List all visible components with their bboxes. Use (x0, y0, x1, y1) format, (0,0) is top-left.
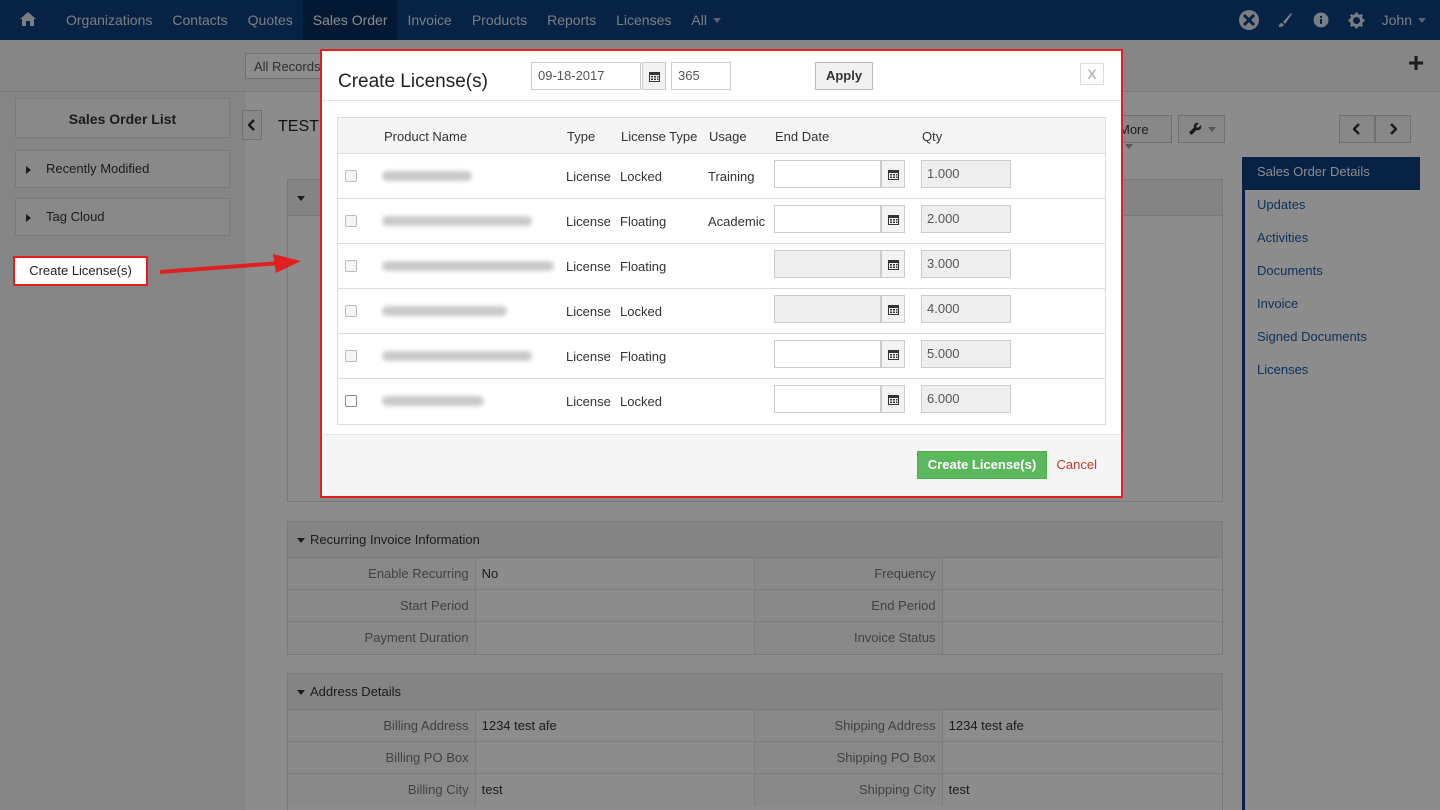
redacted-product-name (382, 216, 532, 226)
table-row: License Locked Training 1.000 (338, 154, 1105, 199)
quantity-input[interactable]: 6.000 (921, 385, 1011, 413)
quantity-input[interactable]: 5.000 (921, 340, 1011, 368)
modal-header: Create License(s) 09-18-2017 365 Apply X (322, 51, 1121, 101)
usage-cell: Academic (708, 214, 766, 229)
quantity-input[interactable]: 2.000 (921, 205, 1011, 233)
days-input[interactable]: 365 (671, 62, 731, 90)
quantity-input[interactable]: 4.000 (921, 295, 1011, 323)
table-row: License Floating 5.000 (338, 334, 1105, 379)
license-type-cell: Floating (620, 349, 667, 364)
column-header: Type (567, 129, 596, 144)
end-date-input[interactable] (774, 340, 881, 368)
column-header: End Date (775, 129, 830, 144)
column-header: Product Name (384, 129, 468, 144)
license-type-cell: Locked (620, 394, 662, 409)
calendar-icon (887, 394, 899, 405)
start-date-input[interactable]: 09-18-2017 (531, 62, 641, 90)
end-date-input[interactable] (774, 385, 881, 413)
column-header: License Type (621, 129, 698, 144)
license-type-cell: Locked (620, 304, 662, 319)
start-date-calendar-button[interactable] (642, 62, 666, 90)
type-cell: License (566, 259, 611, 274)
calendar-icon (887, 349, 899, 360)
type-cell: License (566, 349, 611, 364)
end-date-calendar-button[interactable] (881, 340, 905, 368)
quantity-input[interactable]: 3.000 (921, 250, 1011, 278)
modal-title: Create License(s) (338, 71, 488, 92)
calendar-icon (887, 214, 899, 225)
redacted-product-name (382, 261, 554, 271)
license-type-cell: Floating (620, 214, 667, 229)
calendar-icon (887, 169, 899, 180)
end-date-calendar-button[interactable] (881, 250, 905, 278)
create-license-modal: Create License(s) 09-18-2017 365 Apply X… (320, 49, 1123, 498)
end-date-input[interactable] (774, 205, 881, 233)
calendar-icon (648, 71, 660, 82)
license-table: Product Name Type License Type Usage End… (337, 117, 1106, 425)
redacted-product-name (382, 396, 484, 406)
modal-footer: Create License(s) Cancel (322, 434, 1121, 496)
row-checkbox[interactable] (345, 350, 357, 362)
table-row: License Locked 6.000 (338, 379, 1105, 424)
column-header: Usage (709, 129, 747, 144)
redacted-product-name (382, 351, 532, 361)
end-date-input[interactable] (774, 250, 881, 278)
create-licenses-button[interactable]: Create License(s) (917, 451, 1047, 479)
end-date-calendar-button[interactable] (881, 160, 905, 188)
row-checkbox[interactable] (345, 305, 357, 317)
redacted-product-name (382, 171, 472, 181)
calendar-icon (887, 259, 899, 270)
column-header: Qty (922, 129, 943, 144)
table-header: Product Name Type License Type Usage End… (338, 118, 1105, 154)
end-date-calendar-button[interactable] (881, 295, 905, 323)
cancel-link[interactable]: Cancel (1057, 457, 1097, 472)
table-row: License Floating Academic 2.000 (338, 199, 1105, 244)
close-icon: X (1087, 66, 1097, 82)
apply-button[interactable]: Apply (815, 62, 873, 90)
end-date-input[interactable] (774, 160, 881, 188)
type-cell: License (566, 214, 611, 229)
row-checkbox[interactable] (345, 170, 357, 182)
quantity-input[interactable]: 1.000 (921, 160, 1011, 188)
usage-cell: Training (708, 169, 755, 184)
end-date-calendar-button[interactable] (881, 205, 905, 233)
redacted-product-name (382, 306, 507, 316)
end-date-calendar-button[interactable] (881, 385, 905, 413)
close-button[interactable]: X (1080, 63, 1104, 85)
end-date-input[interactable] (774, 295, 881, 323)
create-license-annotation: Create License(s) (13, 256, 148, 286)
type-cell: License (566, 169, 611, 184)
table-row: License Locked 4.000 (338, 289, 1105, 334)
row-checkbox[interactable] (345, 260, 357, 272)
annotation-arrow-icon (159, 254, 301, 274)
row-checkbox[interactable] (345, 395, 357, 407)
type-cell: License (566, 394, 611, 409)
type-cell: License (566, 304, 611, 319)
table-row: License Floating 3.000 (338, 244, 1105, 289)
row-checkbox[interactable] (345, 215, 357, 227)
calendar-icon (887, 304, 899, 315)
license-type-cell: Floating (620, 259, 667, 274)
license-type-cell: Locked (620, 169, 662, 184)
